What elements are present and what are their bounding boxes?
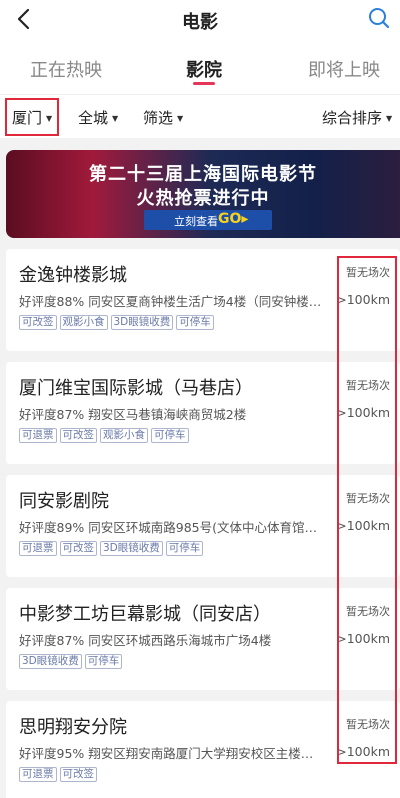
caret-down-icon: ▼	[177, 114, 184, 123]
cinema-tags: 3D眼镜收费 可停车	[19, 654, 123, 669]
cinema-name: 中影梦工坊巨幕影城（同安店）	[19, 604, 271, 625]
active-tab-indicator	[193, 82, 215, 85]
city-filter-label: 厦门	[12, 109, 43, 127]
filter-bar: 厦门 ▼ 全城 ▼ 筛选 ▼ 综合排序 ▼	[0, 94, 400, 138]
cinema-tag: 3D眼镜收费	[100, 541, 163, 556]
promo-banner[interactable]: 第二十三届上海国际电影节 火热抢票进行中 立刻查看 GO▸	[6, 150, 400, 238]
cinema-info: 好评度87% 同安区环城西路乐海城市广场4楼	[19, 633, 272, 648]
cinema-info: 好评度89% 同安区环城南路985号(文体中心体育馆…	[19, 520, 317, 535]
cinema-tag: 可停车	[84, 654, 123, 669]
city-filter[interactable]: 厦门 ▼	[12, 107, 52, 128]
banner-subheadline: 火热抢票进行中	[136, 188, 270, 209]
caret-down-icon: ▼	[386, 114, 393, 123]
cinema-info: 好评度95% 翔安区翔安南路厦门大学翔安校区主楼…	[19, 746, 314, 761]
district-filter[interactable]: 全城 ▼	[78, 107, 118, 128]
screen-filter-label: 筛选	[143, 109, 174, 127]
tab-bar: 正在热映 影院 即将上映	[0, 40, 400, 94]
cinema-name: 金逸钟楼影城	[19, 265, 127, 286]
caret-down-icon: ▼	[112, 114, 119, 123]
status-column-highlight	[337, 256, 397, 764]
cinema-tag: 可退票	[19, 767, 57, 782]
cinema-info: 好评度87% 翔安区马巷镇海峡商贸城2楼	[19, 407, 247, 422]
tab-now-showing[interactable]: 正在热映	[30, 56, 102, 82]
cinema-tag: 可退票	[19, 541, 57, 556]
cinema-tag: 3D眼镜收费	[19, 654, 82, 669]
banner-view-button[interactable]: 立刻查看 GO▸	[144, 210, 272, 230]
tab-cinemas[interactable]: 影院	[186, 56, 222, 82]
district-filter-label: 全城	[78, 109, 109, 127]
cinema-tag: 可退票	[19, 428, 57, 443]
tab-coming-soon[interactable]: 即将上映	[308, 56, 380, 82]
cinema-tag: 观影小食	[100, 428, 148, 443]
page-title: 电影	[182, 12, 218, 33]
caret-down-icon: ▼	[46, 114, 53, 123]
cinema-name: 厦门维宝国际影城（马巷店）	[19, 378, 253, 399]
cinema-tag: 可停车	[176, 315, 214, 330]
banner-go-label: GO▸	[218, 211, 249, 227]
search-icon[interactable]	[368, 7, 390, 29]
sort-filter[interactable]: 综合排序 ▼	[322, 107, 392, 128]
cinema-tags: 可改签 观影小食 3D眼镜收费 可停车	[19, 315, 214, 330]
banner-headline: 第二十三届上海国际电影节	[89, 164, 317, 185]
cinema-tag: 可改签	[59, 428, 97, 443]
sort-filter-label: 综合排序	[322, 109, 383, 127]
cinema-tag: 可停车	[151, 428, 189, 443]
screen-filter[interactable]: 筛选 ▼	[143, 107, 183, 128]
cinema-tag: 可改签	[59, 541, 97, 556]
cinema-tags: 可退票 可改签 观影小食 可停车	[19, 428, 189, 443]
cinema-name: 思明翔安分院	[19, 717, 127, 738]
cinema-tag: 观影小食	[59, 315, 108, 330]
cinema-tag: 3D眼镜收费	[110, 315, 174, 330]
cinema-tags: 可退票 可改签	[19, 767, 97, 782]
cinema-name: 同安影剧院	[19, 491, 109, 512]
cinema-tags: 可退票 可改签 3D眼镜收费 可停车	[19, 541, 204, 556]
cinema-info: 好评度88% 同安区夏商钟楼生活广场4楼（同安钟楼…	[19, 294, 322, 309]
cinema-tag: 可改签	[59, 767, 97, 782]
top-bar: 电影	[0, 0, 400, 40]
cinema-tag: 可改签	[19, 315, 57, 330]
banner-button-label: 立刻查看	[174, 215, 218, 228]
cinema-tag: 可停车	[165, 541, 204, 556]
